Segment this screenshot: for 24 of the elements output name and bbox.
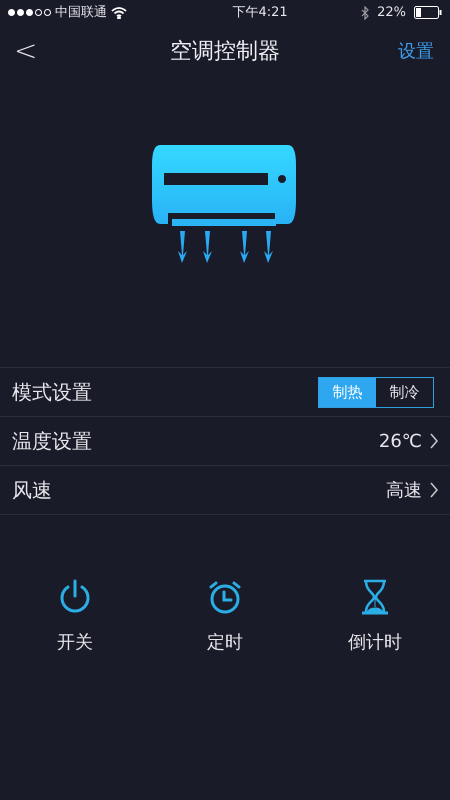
action-button[interactable]: 开关 (0, 579, 150, 656)
setting-value: 高速 (386, 478, 422, 502)
settings-link[interactable]: 设置 (398, 38, 434, 64)
battery-percent: 22% (377, 4, 406, 22)
mode-option[interactable]: 制冷 (376, 378, 433, 406)
chevron-right-icon (430, 482, 438, 498)
page-title: 空调控制器 (170, 38, 280, 66)
battery-icon (414, 6, 442, 19)
signal-strength-icon (8, 9, 51, 16)
chevron-right-icon (430, 433, 438, 449)
power-icon (58, 579, 92, 615)
carrier-name: 中国联通 (55, 4, 107, 22)
setting-label: 温度设置 (12, 428, 92, 455)
wifi-icon (111, 6, 127, 18)
hourglass-icon (359, 579, 391, 615)
back-button[interactable]: < (14, 30, 38, 72)
setting-label: 模式设置 (12, 379, 92, 406)
action-button[interactable]: 定时 (150, 579, 300, 656)
clock-time: 下午4:21 (232, 4, 288, 22)
action-button[interactable]: 倒计时 (300, 579, 450, 656)
bluetooth-icon (361, 6, 370, 20)
alarm-clock-icon (207, 579, 243, 615)
setting-value: 26℃ (378, 430, 422, 454)
setting-label: 风速 (12, 477, 52, 504)
